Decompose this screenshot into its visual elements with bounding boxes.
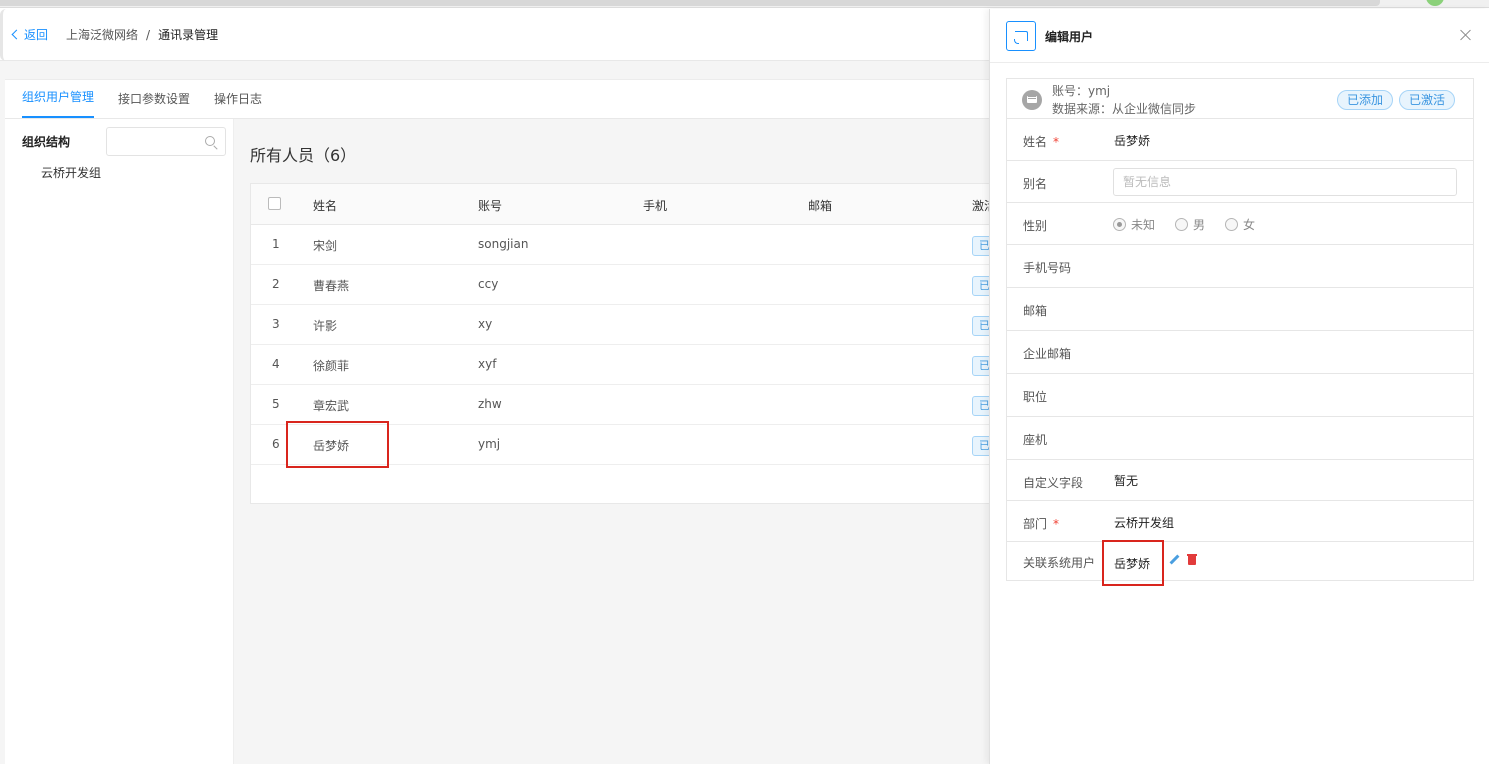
required-mark: *	[1053, 517, 1060, 531]
status-dot-icon	[1426, 0, 1444, 6]
account-text: 账号：ymj	[1052, 84, 1111, 98]
tag-added: 已添加	[1337, 90, 1394, 110]
gender-label: 性别	[1023, 219, 1048, 233]
page-header: 返回 上海泛微网络 / 通讯录管理	[0, 8, 990, 61]
account-info: 账号：ymj 数据来源：从企业微信同步 已添加 已激活	[1007, 79, 1473, 119]
radio-icon	[1225, 218, 1238, 231]
breadcrumb-current: 通讯录管理	[158, 28, 219, 42]
row-index: 1	[272, 237, 280, 251]
field-custom: 自定义字段 暂无	[1007, 460, 1473, 501]
table-row[interactable]: 3 许影 xy 已	[251, 305, 992, 345]
edit-user-icon	[1006, 21, 1036, 51]
field-gender: 性别 未知 男 女	[1007, 203, 1473, 245]
user-form: 账号：ymj 数据来源：从企业微信同步 已添加 已激活 姓名 * 岳梦娇 别名 暂…	[1006, 78, 1474, 581]
drawer-header: 编辑用户	[990, 9, 1489, 63]
pencil-icon[interactable]	[1168, 554, 1180, 566]
scrollbar-thumb[interactable]	[0, 0, 1380, 6]
org-search-input[interactable]	[106, 127, 226, 156]
edit-user-drawer: 编辑用户 账号：ymj 数据来源：从企业微信同步 已添加 已激活 姓名 * 岳梦娇…	[989, 9, 1489, 764]
row-account: xy	[478, 317, 493, 331]
field-mobile: 手机号码	[1007, 245, 1473, 288]
back-button[interactable]: 返回	[0, 8, 49, 61]
radio-icon	[1113, 218, 1126, 231]
row-name[interactable]: 宋剑	[313, 237, 337, 254]
field-linked-user: 关联系统用户 岳梦娇	[1007, 542, 1473, 581]
field-email: 邮箱	[1007, 288, 1473, 331]
col-email: 邮箱	[808, 199, 833, 213]
field-alias: 别名 暂无信息	[1007, 161, 1473, 203]
alias-label: 别名	[1023, 177, 1048, 191]
corp-email-label: 企业邮箱	[1023, 347, 1072, 361]
field-phone: 座机	[1007, 417, 1473, 460]
row-account: songjian	[478, 237, 529, 251]
org-node-yunqiao[interactable]: 云桥开发组	[41, 164, 101, 181]
table-header: 姓名 账号 手机 邮箱 激活	[251, 184, 992, 225]
dept-label: 部门 *	[1023, 517, 1060, 531]
list-title: 所有人员（6）	[250, 146, 357, 165]
back-label: 返回	[24, 28, 49, 42]
row-name[interactable]: 许影	[313, 317, 337, 334]
row-account: zhw	[478, 397, 502, 411]
gender-radio-unknown[interactable]: 未知	[1113, 216, 1155, 233]
col-account: 账号	[478, 199, 503, 213]
tab-org-user-management[interactable]: 组织用户管理	[22, 88, 95, 118]
tab-operation-log[interactable]: 操作日志	[214, 90, 262, 118]
phone-label: 座机	[1023, 433, 1048, 447]
close-icon[interactable]	[1460, 29, 1472, 41]
row-name[interactable]: 徐颜菲	[313, 357, 349, 374]
custom-label: 自定义字段	[1023, 476, 1084, 490]
radio-icon	[1175, 218, 1188, 231]
search-icon[interactable]	[205, 136, 215, 146]
position-label: 职位	[1023, 390, 1048, 404]
dept-value: 云桥开发组	[1114, 516, 1175, 530]
table-row[interactable]: 4 徐颜菲 xyf 已	[251, 345, 992, 385]
table-row[interactable]: 5 章宏武 zhw 已	[251, 385, 992, 425]
row-index: 5	[272, 397, 280, 411]
drawer-title: 编辑用户	[1045, 30, 1094, 44]
tab-bar: 组织用户管理 接口参数设置 操作日志	[5, 79, 990, 119]
chevron-left-icon	[11, 29, 22, 40]
row-account: xyf	[478, 357, 497, 371]
field-corp-email: 企业邮箱	[1007, 331, 1473, 374]
gender-radio-female[interactable]: 女	[1225, 216, 1255, 233]
field-name: 姓名 * 岳梦娇	[1007, 119, 1473, 161]
highlight-box-linked-user	[1102, 540, 1164, 586]
select-all-checkbox[interactable]	[268, 197, 281, 210]
field-position: 职位	[1007, 374, 1473, 417]
table-row[interactable]: 2 曹春燕 ccy 已	[251, 265, 992, 305]
org-panel: 组织结构 云桥开发组	[5, 119, 234, 764]
breadcrumb-separator: /	[146, 27, 151, 42]
trash-icon[interactable]	[1187, 554, 1197, 565]
browser-scrollbar	[0, 0, 1489, 8]
gender-radio-male[interactable]: 男	[1175, 216, 1205, 233]
table-row[interactable]: 1 宋剑 songjian 已	[251, 225, 992, 265]
row-index: 2	[272, 277, 280, 291]
custom-value: 暂无	[1114, 474, 1139, 488]
org-structure-label: 组织结构	[22, 135, 71, 149]
col-mobile: 手机	[643, 199, 668, 213]
row-account: ymj	[478, 437, 501, 451]
row-account: ccy	[478, 277, 499, 291]
breadcrumb: 上海泛微网络 / 通讯录管理	[66, 26, 218, 43]
linked-label: 关联系统用户	[1023, 556, 1096, 570]
tab-interface-settings[interactable]: 接口参数设置	[118, 90, 190, 118]
email-label: 邮箱	[1023, 304, 1048, 318]
row-name[interactable]: 章宏武	[313, 397, 349, 414]
row-index: 3	[272, 317, 280, 331]
col-name: 姓名	[313, 199, 338, 213]
mobile-label: 手机号码	[1023, 261, 1072, 275]
required-mark: *	[1053, 135, 1060, 149]
field-department: 部门 * 云桥开发组	[1007, 501, 1473, 542]
tag-activated: 已激活	[1399, 90, 1456, 110]
alias-input[interactable]: 暂无信息	[1113, 168, 1457, 196]
row-name[interactable]: 曹春燕	[313, 277, 349, 294]
row-index: 4	[272, 357, 280, 371]
mail-icon	[1022, 90, 1042, 110]
name-label: 姓名 *	[1023, 135, 1060, 149]
name-value: 岳梦娇	[1114, 134, 1151, 148]
highlight-box-name	[286, 421, 389, 468]
source-text: 数据来源：从企业微信同步	[1052, 102, 1197, 116]
row-index: 6	[272, 437, 280, 451]
breadcrumb-company[interactable]: 上海泛微网络	[66, 26, 138, 43]
